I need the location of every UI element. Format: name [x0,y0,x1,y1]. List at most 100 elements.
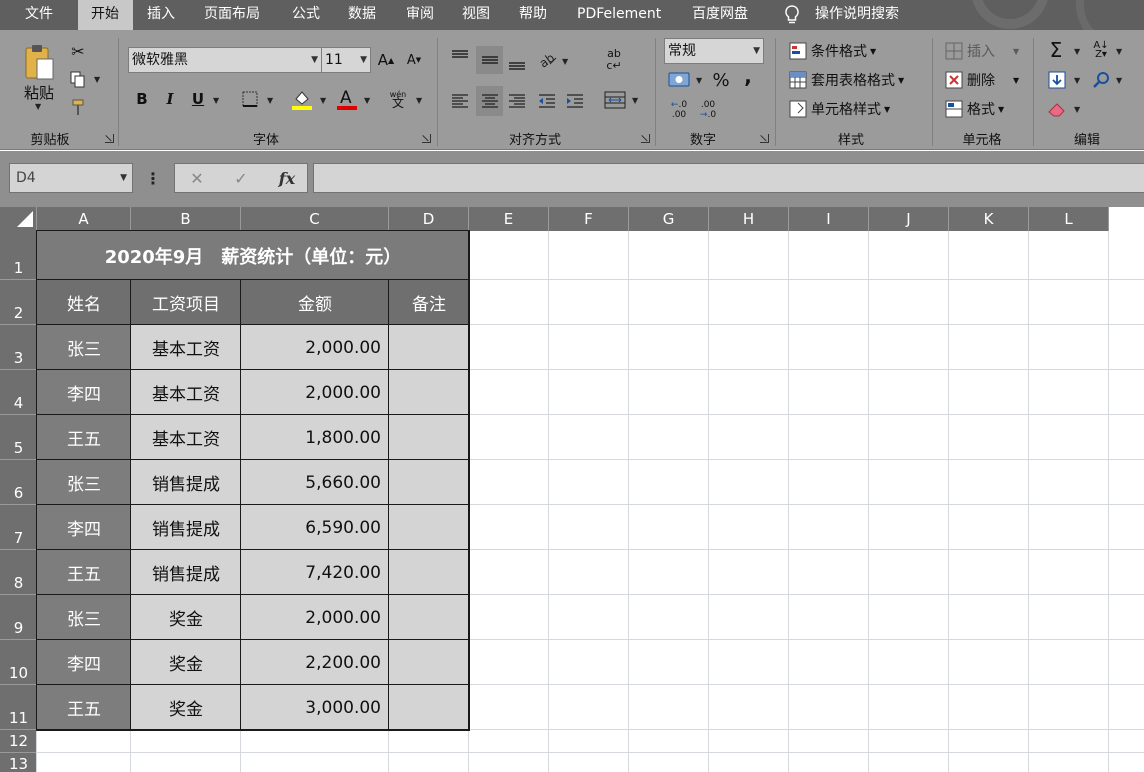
align-center-icon[interactable] [476,86,503,116]
paste-button[interactable]: 粘贴 [24,82,54,103]
column-header-f[interactable]: F [549,207,629,231]
copy-dropdown-icon[interactable]: ▼ [94,75,100,84]
lightbulb-icon[interactable] [782,4,802,30]
row-header-9[interactable]: 9 [0,595,37,640]
column-header-l[interactable]: L [1029,207,1109,231]
merge-center-icon[interactable] [603,88,627,112]
underline-dropdown-icon[interactable]: ▼ [213,96,219,105]
accounting-format-icon[interactable] [668,70,690,90]
row-header-11[interactable]: 11 [0,685,37,730]
paste-dropdown-icon[interactable]: ▼ [35,102,41,111]
font-size-combo[interactable]: 11 ▼ [321,47,371,73]
fill-dropdown-icon[interactable]: ▼ [1074,76,1080,85]
column-header-g[interactable]: G [629,207,709,231]
row-header-3[interactable]: 3 [0,325,37,370]
sort-filter-icon[interactable]: A↓ Z▾ [1090,40,1112,60]
number-launcher-icon[interactable] [760,134,769,143]
name-box[interactable]: D4 ▼ [9,163,133,193]
row-header-7[interactable]: 7 [0,505,37,550]
column-header-b[interactable]: B [131,207,241,231]
orientation-dropdown-icon[interactable]: ▼ [562,57,568,66]
decrease-indent-icon[interactable] [536,90,558,112]
cell-styles-button[interactable]: 单元格样式 ▼ [789,99,890,119]
clipboard-launcher-icon[interactable] [105,134,114,143]
tab-review[interactable]: 审阅 [406,0,434,30]
column-header-j[interactable]: J [869,207,949,231]
column-header-i[interactable]: I [789,207,869,231]
comma-style-icon[interactable]: , [740,64,756,88]
italic-icon[interactable]: I [161,88,179,110]
alignment-launcher-icon[interactable] [641,134,650,143]
increase-decimal-icon[interactable]: ←.0.00 [668,99,690,121]
orientation-icon[interactable]: ab [537,48,559,70]
font-launcher-icon[interactable] [422,134,431,143]
row-header-6[interactable]: 6 [0,460,37,505]
format-painter-icon[interactable] [68,97,88,117]
increase-font-icon[interactable]: A ▲ [377,50,395,70]
tab-help[interactable]: 帮助 [519,0,547,30]
decrease-decimal-icon[interactable]: .00 →.0 [697,99,719,121]
autosum-dropdown-icon[interactable]: ▼ [1074,47,1080,56]
tab-view[interactable]: 视图 [462,0,490,30]
row-header-5[interactable]: 5 [0,415,37,460]
align-top-icon[interactable] [449,46,471,68]
tab-formulas[interactable]: 公式 [292,0,320,30]
percent-icon[interactable]: % [711,70,731,91]
fill-color-dropdown-icon[interactable]: ▼ [320,96,326,105]
fill-color-icon[interactable] [291,87,313,111]
tell-me-search[interactable]: 操作说明搜索 [815,0,899,30]
row-header-13[interactable]: 13 [0,753,37,772]
column-header-k[interactable]: K [949,207,1029,231]
accounting-dropdown-icon[interactable]: ▼ [696,76,702,85]
format-as-table-button[interactable]: 套用表格格式 ▼ [789,70,904,90]
underline-icon[interactable]: U [189,88,207,110]
column-header-d[interactable]: D [389,207,469,231]
clear-dropdown-icon[interactable]: ▼ [1074,105,1080,114]
align-middle-icon[interactable] [476,46,503,74]
sort-dropdown-icon[interactable]: ▼ [1116,47,1122,56]
merge-dropdown-icon[interactable]: ▼ [632,96,638,105]
column-header-h[interactable]: H [709,207,789,231]
bold-icon[interactable]: B [133,88,151,110]
paste-icon[interactable] [22,41,58,83]
column-header-e[interactable]: E [469,207,549,231]
column-header-c[interactable]: C [241,207,389,231]
worksheet[interactable]: ABCDEFGHIJKL 1 2 3 4 5 6 7 8 9 10 11 12 13 2020年9月 薪… [0,207,1144,772]
row-header-8[interactable]: 8 [0,550,37,595]
copy-icon[interactable] [68,69,88,89]
find-dropdown-icon[interactable]: ▼ [1116,76,1122,85]
format-cells-button[interactable]: 格式 ▼ [945,99,1004,119]
find-select-icon[interactable] [1092,70,1112,90]
font-color-dropdown-icon[interactable]: ▼ [364,96,370,105]
row-header-12[interactable]: 12 [0,730,37,753]
font-color-icon[interactable]: A [336,87,358,111]
autosum-icon[interactable]: Σ [1045,38,1067,62]
tab-pdfelement[interactable]: PDFelement [577,0,661,30]
tab-data[interactable]: 数据 [348,0,376,30]
decrease-font-icon[interactable]: A ▼ [405,50,423,70]
row-header-1[interactable]: 1 [0,231,37,280]
tab-file[interactable]: 文件 [10,0,70,30]
insert-function-icon[interactable]: fx [275,167,299,189]
border-icon[interactable] [241,90,259,108]
increase-indent-icon[interactable] [564,90,586,112]
select-all-button[interactable] [0,207,37,231]
insert-cells-button[interactable]: 插入 ▼ [945,41,1019,61]
row-header-10[interactable]: 10 [0,640,37,685]
tab-page-layout[interactable]: 页面布局 [204,0,260,30]
fill-down-icon[interactable] [1047,70,1067,90]
phonetic-icon[interactable]: wén 文 [388,88,408,110]
tab-insert[interactable]: 插入 [147,0,175,30]
tab-baidu-netdisk[interactable]: 百度网盘 [692,0,748,30]
tab-home[interactable]: 开始 [78,0,133,30]
phonetic-dropdown-icon[interactable]: ▼ [416,96,422,105]
cancel-icon[interactable]: ✕ [187,168,207,188]
row-header-4[interactable]: 4 [0,370,37,415]
font-name-combo[interactable]: 微软雅黑 ▼ [128,47,322,73]
clear-icon[interactable] [1047,99,1067,119]
align-bottom-icon[interactable] [506,52,528,74]
row-header-2[interactable]: 2 [0,280,37,325]
enter-icon[interactable]: ✓ [231,168,251,188]
conditional-format-button[interactable]: 条件格式 ▼ [789,41,876,61]
more-options-icon[interactable]: ⋮ [145,168,161,188]
